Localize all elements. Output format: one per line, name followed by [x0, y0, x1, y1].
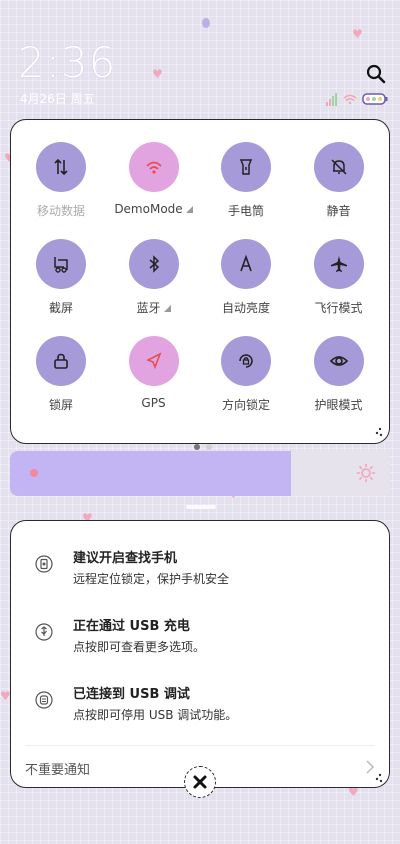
close-icon [193, 775, 207, 789]
tile-button[interactable] [313, 336, 364, 386]
tile-auto-brightness[interactable]: 自动亮度 [200, 239, 292, 329]
notification-item[interactable]: 已连接到 USB 调试 点按即可停用 USB 调试功能。 [11, 677, 389, 731]
tile-button[interactable] [36, 142, 86, 192]
notification-item[interactable]: 正在通过 USB 充电 点按即可查看更多选项。 [11, 609, 389, 663]
notification-title: 已连接到 USB 调试 [73, 687, 190, 702]
tile-label: 截屏 [48, 301, 73, 315]
heart-decoration: ♥ [152, 67, 163, 81]
bluetooth-icon [149, 255, 159, 273]
mobile-data-icon [54, 158, 68, 176]
tile-mobile-data[interactable]: 移动数据 [15, 142, 107, 232]
tile-button[interactable] [128, 239, 179, 289]
airplane-icon [330, 256, 347, 272]
status-bar-icons [326, 93, 388, 106]
quick-settings-panel: 移动数据 DemoMode 手电筒 静音截屏 蓝牙 自动亮度 飞行模式锁屏 GPS 方向锁定 护眼… [10, 119, 390, 450]
date-label: 4月26日 周五 [20, 92, 95, 106]
heart-decoration: ♥ [352, 27, 363, 41]
tile-screenshot[interactable]: 截屏 [15, 239, 107, 329]
eye-icon [329, 356, 348, 366]
tile-button[interactable] [128, 336, 179, 386]
dot-decoration [202, 18, 210, 28]
signal-icon [326, 93, 337, 106]
brightness-fill [10, 451, 292, 496]
tile-label: 蓝牙 [108, 299, 200, 316]
tile-button[interactable] [128, 142, 179, 192]
notification-item[interactable]: 建议开启查找手机 远程定位锁定，保护手机安全 [11, 541, 389, 595]
rotation-lock-icon [239, 354, 253, 368]
clear-all-button[interactable] [184, 766, 216, 798]
tile-button[interactable] [313, 142, 364, 192]
lock-icon [54, 353, 68, 369]
expand-arrow-icon [163, 305, 171, 312]
tile-lock[interactable]: 锁屏 [15, 336, 107, 426]
tile-button[interactable] [313, 239, 364, 289]
notification-body: 远程定位锁定，保护手机安全 [73, 572, 230, 586]
clock-time: 2:36 [18, 38, 117, 87]
divider [25, 745, 375, 746]
corner-dots-decoration [375, 427, 383, 437]
usb-debug-icon [35, 691, 53, 709]
tile-label: GPS [141, 396, 166, 410]
notification-title: 建议开启查找手机 [73, 551, 178, 566]
usb-charging-icon [35, 623, 53, 641]
wifi-status-icon [343, 94, 357, 105]
bell-muted-icon [330, 159, 347, 175]
expand-arrow-icon [185, 206, 193, 213]
find-phone-icon [35, 555, 53, 573]
auto-brightness-icon [240, 254, 252, 272]
tile-flashlight[interactable]: 手电筒 [200, 142, 292, 232]
tile-bluetooth[interactable]: 蓝牙 [108, 239, 200, 329]
brightness-slider[interactable] [10, 451, 390, 496]
flashlight-icon [239, 159, 253, 175]
tile-label: 静音 [326, 204, 351, 218]
drag-handle[interactable] [186, 505, 216, 509]
tile-button[interactable] [221, 336, 271, 386]
tile-label: 手电筒 [227, 204, 264, 218]
battery-icon [362, 93, 388, 105]
sun-icon [356, 463, 376, 483]
tile-label: 自动亮度 [221, 301, 270, 315]
tile-location-arrow[interactable]: GPS [108, 336, 200, 426]
unimportant-notifications-link[interactable]: 不重要通知 [25, 759, 90, 778]
tile-label: 飞行模式 [314, 301, 363, 315]
location-arrow-icon [145, 352, 161, 370]
tile-label: DemoMode [108, 202, 200, 216]
notification-panel: 建议开启查找手机 远程定位锁定，保护手机安全 正在通过 USB 充电 点按即可查… [10, 520, 390, 788]
tile-bell-muted[interactable]: 静音 [293, 142, 385, 232]
search-icon[interactable] [366, 64, 386, 84]
tile-label: 移动数据 [36, 204, 85, 218]
tile-eye[interactable]: 护眼模式 [293, 336, 385, 426]
corner-dots-decoration [375, 773, 383, 783]
tile-button[interactable] [36, 239, 86, 289]
tile-label: 护眼模式 [314, 398, 363, 412]
notification-title: 正在通过 USB 充电 [73, 619, 190, 634]
brightness-dot [30, 469, 38, 477]
tile-rotation-lock[interactable]: 方向锁定 [200, 336, 292, 426]
tile-airplane[interactable]: 飞行模式 [293, 239, 385, 329]
tile-button[interactable] [36, 336, 86, 386]
screenshot-icon [54, 257, 68, 273]
chevron-right-icon[interactable] [365, 759, 375, 775]
tile-label: 锁屏 [48, 398, 73, 412]
notification-body: 点按即可停用 USB 调试功能。 [73, 708, 238, 722]
tile-button[interactable] [221, 142, 271, 192]
tile-wifi[interactable]: DemoMode [108, 142, 200, 232]
wifi-icon [145, 161, 162, 174]
notification-body: 点按即可查看更多选项。 [73, 640, 206, 654]
tile-label: 方向锁定 [221, 398, 270, 412]
tile-button[interactable] [221, 239, 271, 289]
